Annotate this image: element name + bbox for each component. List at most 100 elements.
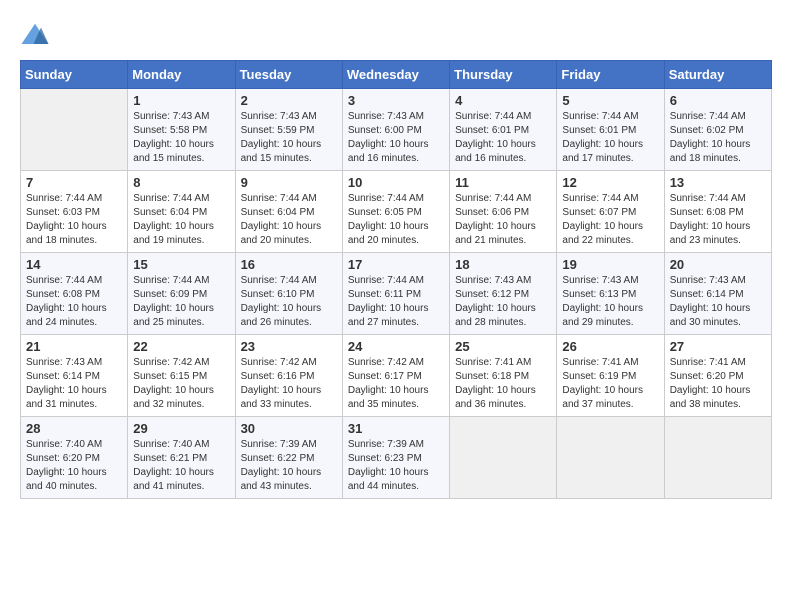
- cell-content: Sunrise: 7:44 AM Sunset: 6:01 PM Dayligh…: [455, 110, 551, 166]
- day-number: 14: [26, 257, 122, 272]
- cell-content: Sunrise: 7:44 AM Sunset: 6:08 PM Dayligh…: [26, 274, 122, 330]
- cell-content: Sunrise: 7:41 AM Sunset: 6:18 PM Dayligh…: [455, 356, 551, 412]
- day-number: 24: [348, 339, 444, 354]
- cell-content: Sunrise: 7:39 AM Sunset: 6:23 PM Dayligh…: [348, 438, 444, 494]
- cell-content: Sunrise: 7:43 AM Sunset: 5:58 PM Dayligh…: [133, 110, 229, 166]
- calendar-cell: 6Sunrise: 7:44 AM Sunset: 6:02 PM Daylig…: [664, 89, 771, 171]
- calendar-cell: 7 Sunrise: 7:44 AM Sunset: 6:03 PM Daylig…: [21, 171, 128, 253]
- cell-content: Sunrise: 7:43 AM Sunset: 6:14 PM Dayligh…: [670, 274, 766, 330]
- day-number: 16: [241, 257, 337, 272]
- day-number: 5: [562, 93, 658, 108]
- calendar-cell: 18 Sunrise: 7:43 AM Sunset: 6:12 PM Dayli…: [450, 253, 557, 335]
- calendar-cell: 1 Sunrise: 7:43 AM Sunset: 5:58 PM Daylig…: [128, 89, 235, 171]
- cell-content: Sunrise: 7:40 AM Sunset: 6:20 PM Dayligh…: [26, 438, 122, 494]
- cell-content: Sunrise: 7:43 AM Sunset: 5:59 PM Dayligh…: [241, 110, 337, 166]
- calendar-cell: 11 Sunrise: 7:44 AM Sunset: 6:06 PM Dayli…: [450, 171, 557, 253]
- cell-content: Sunrise: 7:44 AM Sunset: 6:07 PM Dayligh…: [562, 192, 658, 248]
- calendar-cell: 14 Sunrise: 7:44 AM Sunset: 6:08 PM Dayli…: [21, 253, 128, 335]
- cell-content: Sunrise: 7:44 AM Sunset: 6:09 PM Dayligh…: [133, 274, 229, 330]
- calendar-cell: [664, 417, 771, 499]
- day-number: 20: [670, 257, 766, 272]
- day-number: 31: [348, 421, 444, 436]
- day-number: 27: [670, 339, 766, 354]
- cell-content: Sunrise: 7:42 AM Sunset: 6:17 PM Dayligh…: [348, 356, 444, 412]
- day-number: 2: [241, 93, 337, 108]
- calendar-week-row: 14 Sunrise: 7:44 AM Sunset: 6:08 PM Dayli…: [21, 253, 772, 335]
- calendar-cell: 19Sunrise: 7:43 AM Sunset: 6:13 PM Dayli…: [557, 253, 664, 335]
- day-number: 19: [562, 257, 658, 272]
- day-number: 12: [562, 175, 658, 190]
- logo-icon: [20, 20, 50, 50]
- calendar-cell: 5 Sunrise: 7:44 AM Sunset: 6:01 PM Daylig…: [557, 89, 664, 171]
- calendar-cell: 27 Sunrise: 7:41 AM Sunset: 6:20 PM Dayli…: [664, 335, 771, 417]
- day-number: 11: [455, 175, 551, 190]
- day-number: 26: [562, 339, 658, 354]
- day-number: 9: [241, 175, 337, 190]
- cell-content: Sunrise: 7:44 AM Sunset: 6:05 PM Dayligh…: [348, 192, 444, 248]
- calendar-cell: 20 Sunrise: 7:43 AM Sunset: 6:14 PM Dayli…: [664, 253, 771, 335]
- day-number: 6: [670, 93, 766, 108]
- cell-content: Sunrise: 7:44 AM Sunset: 6:11 PM Dayligh…: [348, 274, 444, 330]
- calendar-cell: [557, 417, 664, 499]
- day-number: 13: [670, 175, 766, 190]
- calendar-header-row: SundayMondayTuesdayWednesdayThursdayFrid…: [21, 61, 772, 89]
- cell-content: Sunrise: 7:44 AM Sunset: 6:10 PM Dayligh…: [241, 274, 337, 330]
- calendar-week-row: 21 Sunrise: 7:43 AM Sunset: 6:14 PM Dayli…: [21, 335, 772, 417]
- calendar-cell: 17 Sunrise: 7:44 AM Sunset: 6:11 PM Dayli…: [342, 253, 449, 335]
- weekday-header: Sunday: [21, 61, 128, 89]
- cell-content: Sunrise: 7:44 AM Sunset: 6:08 PM Dayligh…: [670, 192, 766, 248]
- day-number: 18: [455, 257, 551, 272]
- day-number: 17: [348, 257, 444, 272]
- cell-content: Sunrise: 7:44 AM Sunset: 6:04 PM Dayligh…: [133, 192, 229, 248]
- day-number: 28: [26, 421, 122, 436]
- cell-content: Sunrise: 7:42 AM Sunset: 6:15 PM Dayligh…: [133, 356, 229, 412]
- calendar-cell: 16 Sunrise: 7:44 AM Sunset: 6:10 PM Dayli…: [235, 253, 342, 335]
- calendar-cell: [450, 417, 557, 499]
- calendar-cell: 26Sunrise: 7:41 AM Sunset: 6:19 PM Dayli…: [557, 335, 664, 417]
- day-number: 10: [348, 175, 444, 190]
- day-number: 3: [348, 93, 444, 108]
- logo: [20, 20, 54, 50]
- day-number: 7: [26, 175, 122, 190]
- calendar-cell: 23Sunrise: 7:42 AM Sunset: 6:16 PM Dayli…: [235, 335, 342, 417]
- calendar-cell: 10 Sunrise: 7:44 AM Sunset: 6:05 PM Dayli…: [342, 171, 449, 253]
- calendar-cell: 13 Sunrise: 7:44 AM Sunset: 6:08 PM Dayli…: [664, 171, 771, 253]
- weekday-header: Wednesday: [342, 61, 449, 89]
- cell-content: Sunrise: 7:39 AM Sunset: 6:22 PM Dayligh…: [241, 438, 337, 494]
- weekday-header: Monday: [128, 61, 235, 89]
- day-number: 15: [133, 257, 229, 272]
- weekday-header: Saturday: [664, 61, 771, 89]
- cell-content: Sunrise: 7:43 AM Sunset: 6:00 PM Dayligh…: [348, 110, 444, 166]
- cell-content: Sunrise: 7:44 AM Sunset: 6:04 PM Dayligh…: [241, 192, 337, 248]
- cell-content: Sunrise: 7:44 AM Sunset: 6:03 PM Dayligh…: [26, 192, 122, 248]
- calendar-cell: 28 Sunrise: 7:40 AM Sunset: 6:20 PM Dayli…: [21, 417, 128, 499]
- calendar-table: SundayMondayTuesdayWednesdayThursdayFrid…: [20, 60, 772, 499]
- cell-content: Sunrise: 7:44 AM Sunset: 6:06 PM Dayligh…: [455, 192, 551, 248]
- calendar-cell: 3 Sunrise: 7:43 AM Sunset: 6:00 PM Daylig…: [342, 89, 449, 171]
- page-header: [20, 20, 772, 50]
- calendar-cell: 21 Sunrise: 7:43 AM Sunset: 6:14 PM Dayli…: [21, 335, 128, 417]
- calendar-week-row: 7 Sunrise: 7:44 AM Sunset: 6:03 PM Daylig…: [21, 171, 772, 253]
- cell-content: Sunrise: 7:41 AM Sunset: 6:20 PM Dayligh…: [670, 356, 766, 412]
- cell-content: Sunrise: 7:43 AM Sunset: 6:14 PM Dayligh…: [26, 356, 122, 412]
- calendar-cell: 25Sunrise: 7:41 AM Sunset: 6:18 PM Dayli…: [450, 335, 557, 417]
- calendar-cell: 12 Sunrise: 7:44 AM Sunset: 6:07 PM Dayli…: [557, 171, 664, 253]
- calendar-cell: 30 Sunrise: 7:39 AM Sunset: 6:22 PM Dayli…: [235, 417, 342, 499]
- calendar-cell: 15 Sunrise: 7:44 AM Sunset: 6:09 PM Dayli…: [128, 253, 235, 335]
- cell-content: Sunrise: 7:43 AM Sunset: 6:12 PM Dayligh…: [455, 274, 551, 330]
- calendar-cell: 4Sunrise: 7:44 AM Sunset: 6:01 PM Daylig…: [450, 89, 557, 171]
- cell-content: Sunrise: 7:44 AM Sunset: 6:01 PM Dayligh…: [562, 110, 658, 166]
- calendar-cell: 24 Sunrise: 7:42 AM Sunset: 6:17 PM Dayli…: [342, 335, 449, 417]
- day-number: 29: [133, 421, 229, 436]
- calendar-cell: 8 Sunrise: 7:44 AM Sunset: 6:04 PM Daylig…: [128, 171, 235, 253]
- day-number: 22: [133, 339, 229, 354]
- calendar-week-row: 28 Sunrise: 7:40 AM Sunset: 6:20 PM Dayli…: [21, 417, 772, 499]
- calendar-cell: 9 Sunrise: 7:44 AM Sunset: 6:04 PM Daylig…: [235, 171, 342, 253]
- cell-content: Sunrise: 7:42 AM Sunset: 6:16 PM Dayligh…: [241, 356, 337, 412]
- day-number: 1: [133, 93, 229, 108]
- day-number: 8: [133, 175, 229, 190]
- day-number: 30: [241, 421, 337, 436]
- weekday-header: Friday: [557, 61, 664, 89]
- day-number: 21: [26, 339, 122, 354]
- calendar-cell: 29Sunrise: 7:40 AM Sunset: 6:21 PM Dayli…: [128, 417, 235, 499]
